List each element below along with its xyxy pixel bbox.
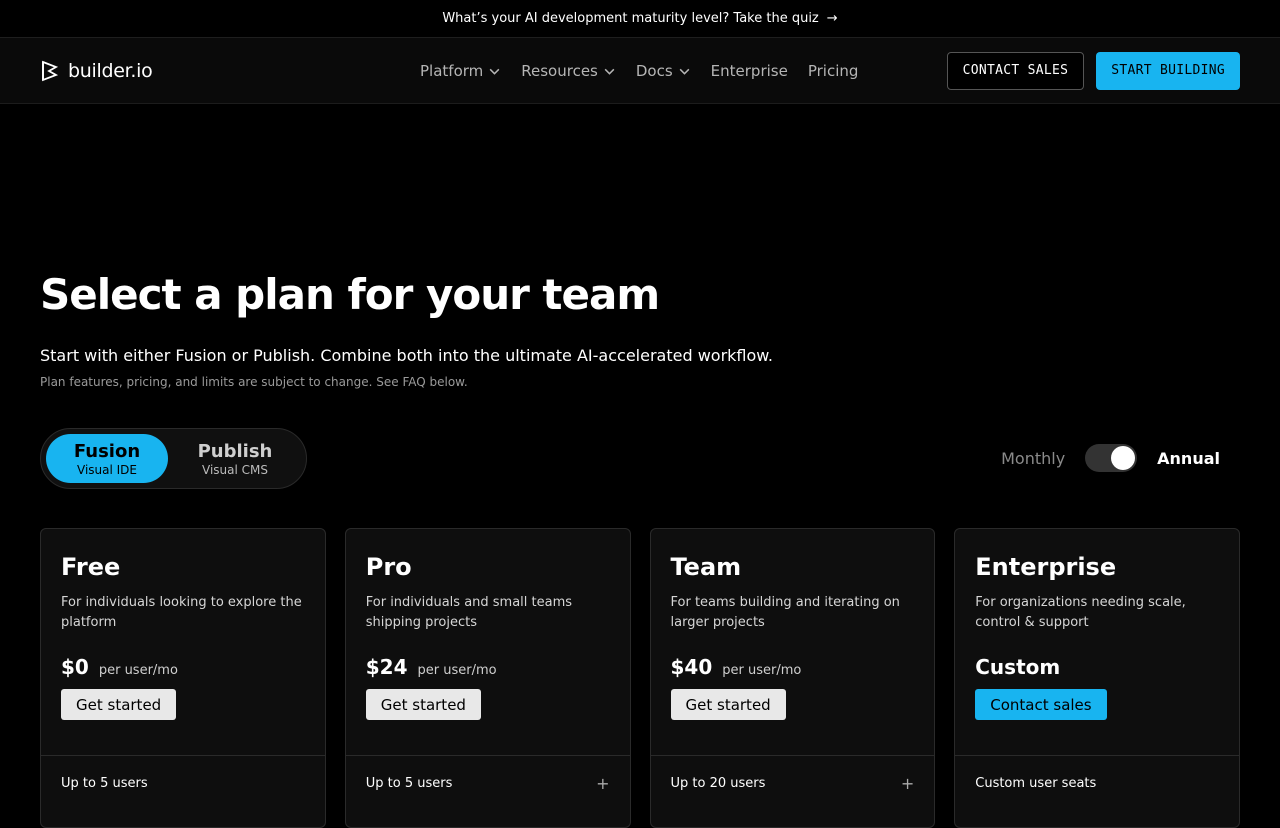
plan-price-unit: per user/mo [722,663,802,678]
chevron-down-icon [679,68,690,75]
plan-card-enterprise: Enterprise For organizations needing sca… [954,528,1240,828]
hero: Select a plan for your team Start with e… [40,270,1240,389]
nav-item-enterprise[interactable]: Enterprise [711,62,788,80]
toggle-knob [1111,446,1136,470]
nav-item-label: Docs [635,62,673,80]
logo-text: builder.io [68,59,153,82]
nav-item-resources[interactable]: Resources [521,62,616,80]
nav-item-pricing[interactable]: Pricing [808,62,859,80]
nav-item-platform[interactable]: Platform [420,62,501,80]
announcement-text[interactable]: What’s your AI development maturity leve… [442,11,818,26]
plan-price-unit: per user/mo [417,663,497,678]
top-nav: builder.io Platform Resources Docs Enter… [0,38,1280,104]
plan-feature-row[interactable]: Custom user seats [955,756,1239,810]
nav-actions: CONTACT SALES START BUILDING [946,51,1240,90]
page-subtitle: Start with either Fusion or Publish. Com… [40,346,773,365]
tab-fusion[interactable]: Fusion Visual IDE [46,434,168,483]
nav-item-label: Resources [521,62,598,80]
plan-description: For individuals looking to explore the p… [61,595,302,630]
billing-toggle[interactable] [1085,444,1138,472]
plan-feature-label: Custom user seats [975,775,1097,791]
plan-name: Pro [365,553,412,581]
plan-card-pro: Pro For individuals and small teams ship… [344,528,631,828]
plan-feature-row[interactable]: Up to 5 users [41,756,325,810]
tab-title: Fusion [73,440,141,462]
tab-title: Publish [197,440,273,462]
get-started-button[interactable]: Get started [365,689,481,720]
tab-publish[interactable]: Publish Visual CMS [174,434,296,483]
billing-annual-label[interactable]: Annual [1157,449,1220,468]
fine-print: Plan features, pricing, and limits are s… [40,375,468,389]
nav-item-label: Pricing [807,62,859,80]
plan-feature-row[interactable]: Up to 5 users + [346,756,630,810]
plan-name: Free [61,553,121,581]
plan-feature-label: Up to 5 users [365,775,453,791]
plan-price-unit: per user/mo [98,663,178,678]
contact-sales-plan-button[interactable]: Contact sales [975,689,1107,720]
plus-icon[interactable]: + [901,774,914,793]
tab-subtitle: Visual CMS [202,462,268,477]
product-toggle: Fusion Visual IDE Publish Visual CMS [40,428,307,489]
plan-description: For individuals and small teams shipping… [365,595,573,630]
billing-monthly-label[interactable]: Monthly [1001,449,1065,468]
nav-item-label: Platform [420,62,484,80]
chevron-down-icon [489,68,500,75]
chevron-down-icon [604,68,615,75]
plan-feature-label: Up to 5 users [61,775,148,791]
plan-card-team: Team For teams building and iterating on… [649,528,936,828]
plan-cards: Free For individuals looking to explore … [40,528,1240,828]
plan-description: For organizations needing scale, control… [975,595,1186,630]
plan-price: $24 [365,655,408,679]
plan-feature-label: Up to 20 users [670,775,766,791]
nav-item-label: Enterprise [710,62,788,80]
plan-price: $40 [670,655,713,679]
plan-description: For teams building and iterating on larg… [670,595,900,630]
plan-price: Custom [975,655,1061,679]
plan-feature-row[interactable]: Up to 20 users + [651,756,935,810]
billing-period: Monthly Annual [1001,444,1220,472]
announcement-bar[interactable]: What’s your AI development maturity leve… [0,0,1280,38]
get-started-button[interactable]: Get started [61,689,177,720]
plan-price: $0 [61,655,89,679]
plan-name: Enterprise [975,553,1117,581]
page-title: Select a plan for your team [40,270,660,319]
plan-card-free: Free For individuals looking to explore … [40,528,326,828]
contact-sales-button[interactable]: CONTACT SALES [946,51,1085,90]
builder-logo-icon [42,60,59,81]
arrow-right-icon[interactable]: → [827,11,838,26]
start-building-button[interactable]: START BUILDING [1096,51,1240,90]
nav-item-docs[interactable]: Docs [636,62,691,80]
logo[interactable]: builder.io [40,59,153,82]
plan-name: Team [670,553,742,581]
nav-links: Platform Resources Docs Enterprise Prici… [420,38,858,104]
get-started-button[interactable]: Get started [670,689,786,720]
plus-icon[interactable]: + [596,774,609,793]
tab-subtitle: Visual IDE [77,462,137,477]
